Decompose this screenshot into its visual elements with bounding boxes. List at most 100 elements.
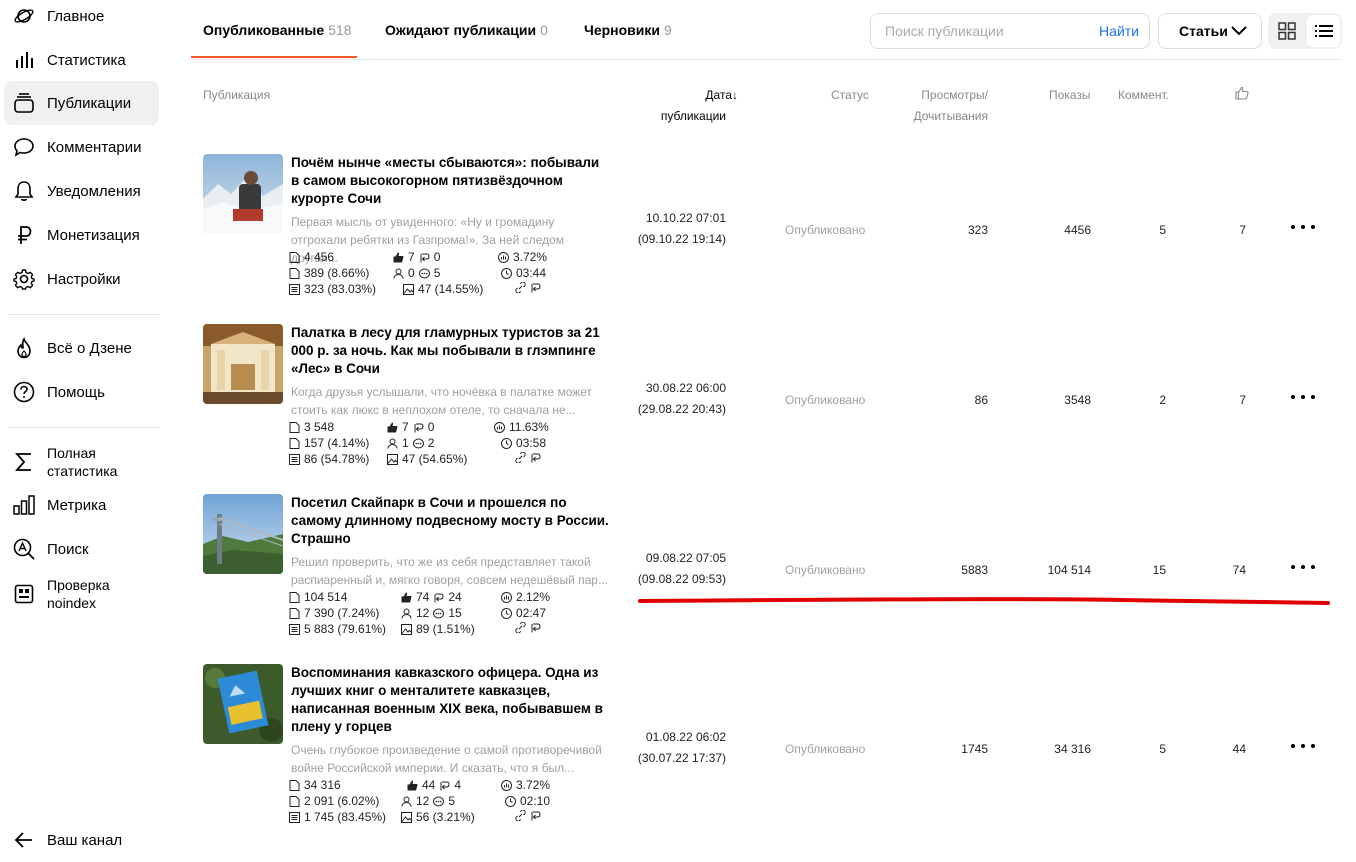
thumbs-up-icon — [387, 422, 398, 432]
publication-title[interactable]: Почём нынче «месты сбываются»: побывали … — [291, 154, 611, 208]
sidebar-item-publications[interactable]: Публикации — [4, 81, 159, 125]
table-row[interactable]: Палатка в лесу для гламурных туристов за… — [191, 324, 1341, 494]
publication-title[interactable]: Воспоминания кавказского офицера. Одна и… — [291, 664, 611, 736]
table-row[interactable]: Почём нынче «месты сбываются»: побывали … — [191, 154, 1341, 324]
stat-value: 02:10 — [520, 794, 551, 808]
tab-count: 518 — [328, 22, 352, 38]
sidebar-item-label: Ваш канал — [47, 831, 123, 849]
comments-count: 2 — [1159, 393, 1166, 407]
sidebar-item-notifications[interactable]: Уведомления — [4, 169, 159, 213]
stat-impressions: 4 456 — [289, 250, 334, 264]
impressions-count: 34 316 — [1054, 742, 1091, 756]
publication-title[interactable]: Посетил Скайпарк в Сочи и прошелся по са… — [291, 494, 611, 548]
stat-value: 11.63% — [509, 420, 549, 434]
sidebar-item-comments[interactable]: Комментарии — [4, 125, 159, 169]
stat-value: 34 316 — [304, 778, 341, 792]
stat-value: 2 — [427, 436, 435, 450]
bar-chart-icon — [12, 48, 36, 72]
sidebar-item-your-channel[interactable]: Ваш канал — [4, 818, 159, 862]
image-icon — [401, 811, 412, 823]
stat-links — [515, 622, 545, 633]
stat-photo-views: 47 (14.55%) — [403, 282, 483, 296]
stat-value: 74 — [416, 590, 430, 604]
comment-dots-icon — [433, 796, 445, 806]
column-header-date[interactable]: Дата↓ — [640, 88, 738, 102]
list-view-button[interactable] — [1307, 15, 1340, 47]
stat-photo-views: 56 (3.21%) — [401, 810, 475, 824]
stat-value: 56 (3.21%) — [416, 810, 475, 824]
repost-icon — [531, 453, 541, 463]
stat-value: 15 — [448, 606, 462, 620]
sidebar-item-label: Всё о Дзене — [47, 339, 132, 357]
stat-likes: 70 — [387, 420, 434, 434]
thumbnail-image[interactable] — [203, 154, 283, 234]
sidebar-item-label: статистика — [47, 463, 118, 479]
person-icon — [393, 268, 404, 279]
column-header-views: Просмотры/ — [921, 88, 988, 102]
stat-impressions: 34 316 — [289, 778, 341, 792]
flame-icon — [12, 336, 36, 360]
stat-value: 47 (14.55%) — [418, 282, 484, 296]
stat-likes: 74 24 — [401, 590, 462, 604]
tab-count: 0 — [540, 22, 548, 38]
stat-value: 89 (1.51%) — [416, 622, 475, 636]
repost-icon — [531, 811, 541, 821]
document-icon — [289, 591, 300, 603]
divider — [8, 427, 160, 428]
search-input[interactable] — [883, 22, 1083, 40]
views-count: 5883 — [961, 563, 988, 577]
tab-label: Ожидают публикации — [385, 22, 537, 38]
date-created: (09.10.22 19:14) — [637, 232, 726, 246]
publication-title[interactable]: Палатка в лесу для гламурных туристов за… — [291, 324, 611, 378]
thumbs-up-icon — [393, 252, 404, 262]
tab-drafts[interactable]: Черновики 9 — [584, 22, 672, 38]
search-button[interactable]: Найти — [1099, 23, 1139, 39]
tab-scheduled[interactable]: Ожидают публикации 0 — [385, 22, 548, 38]
more-options-button[interactable] — [1291, 220, 1315, 234]
sidebar-item-settings[interactable]: Настройки — [4, 257, 159, 301]
stat-subscribers: 12 — [387, 436, 434, 450]
sidebar-item-statistics[interactable]: Статистика — [4, 38, 159, 82]
sidebar-item-main[interactable]: Главное — [4, 0, 159, 38]
publication-date: 09.08.22 07:05 (09.08.22 09:53) — [631, 548, 726, 590]
document-icon — [289, 607, 300, 619]
date-created: (09.08.22 09:53) — [637, 572, 726, 586]
repost-icon — [420, 253, 430, 262]
thumbnail-image[interactable] — [203, 494, 283, 574]
stat-value: 3.72% — [516, 778, 551, 792]
document-lines-icon — [289, 453, 300, 465]
sidebar-item-search[interactable]: Поиск — [4, 527, 159, 571]
table-row[interactable]: Посетил Скайпарк в Сочи и прошелся по са… — [191, 494, 1341, 664]
stat-read-time: 02:47 — [501, 606, 546, 620]
sidebar-item-help[interactable]: Помощь — [4, 370, 159, 414]
tab-published[interactable]: Опубликованные 518 — [203, 22, 352, 38]
sidebar-item-monetization[interactable]: Монетизация — [4, 213, 159, 257]
document-icon — [289, 437, 300, 449]
sidebar-item-noindex-check[interactable]: Проверка noindex — [4, 571, 159, 617]
column-header-comments: Коммент. — [1118, 88, 1169, 102]
stat-ctr: 2.12% — [501, 590, 550, 604]
sidebar-item-label: Проверка — [47, 577, 110, 593]
grid-view-button[interactable] — [1270, 15, 1303, 47]
thumbnail-image[interactable] — [203, 664, 283, 744]
stat-value: 389 (8.66%) — [304, 266, 370, 280]
document-lines-icon — [289, 283, 300, 295]
stat-impressions: 3 548 — [289, 420, 334, 434]
ctr-icon — [501, 591, 512, 603]
document-lines-icon — [289, 811, 300, 823]
more-options-button[interactable] — [1291, 390, 1315, 404]
publication-snippet: Первая мысль от увиденного: «Ну и громад… — [291, 215, 564, 265]
content-type-select[interactable]: Статьи — [1158, 13, 1262, 49]
document-icon — [289, 267, 300, 279]
sidebar-item-metrika[interactable]: Метрика — [4, 483, 159, 527]
repost-icon — [434, 593, 444, 602]
thumbnail-image[interactable] — [203, 324, 283, 404]
table-row[interactable]: Воспоминания кавказского офицера. Одна и… — [191, 664, 1341, 834]
sidebar: Главное Статистика Публикации Комментари… — [0, 0, 170, 849]
sidebar-item-about-dzen[interactable]: Всё о Дзене — [4, 326, 159, 370]
comments-count: 15 — [1152, 563, 1166, 577]
more-options-button[interactable] — [1291, 739, 1315, 753]
sidebar-item-label: Помощь — [47, 383, 105, 401]
sidebar-item-full-statistics[interactable]: Полная статистика — [4, 439, 159, 485]
more-options-button[interactable] — [1291, 560, 1315, 574]
